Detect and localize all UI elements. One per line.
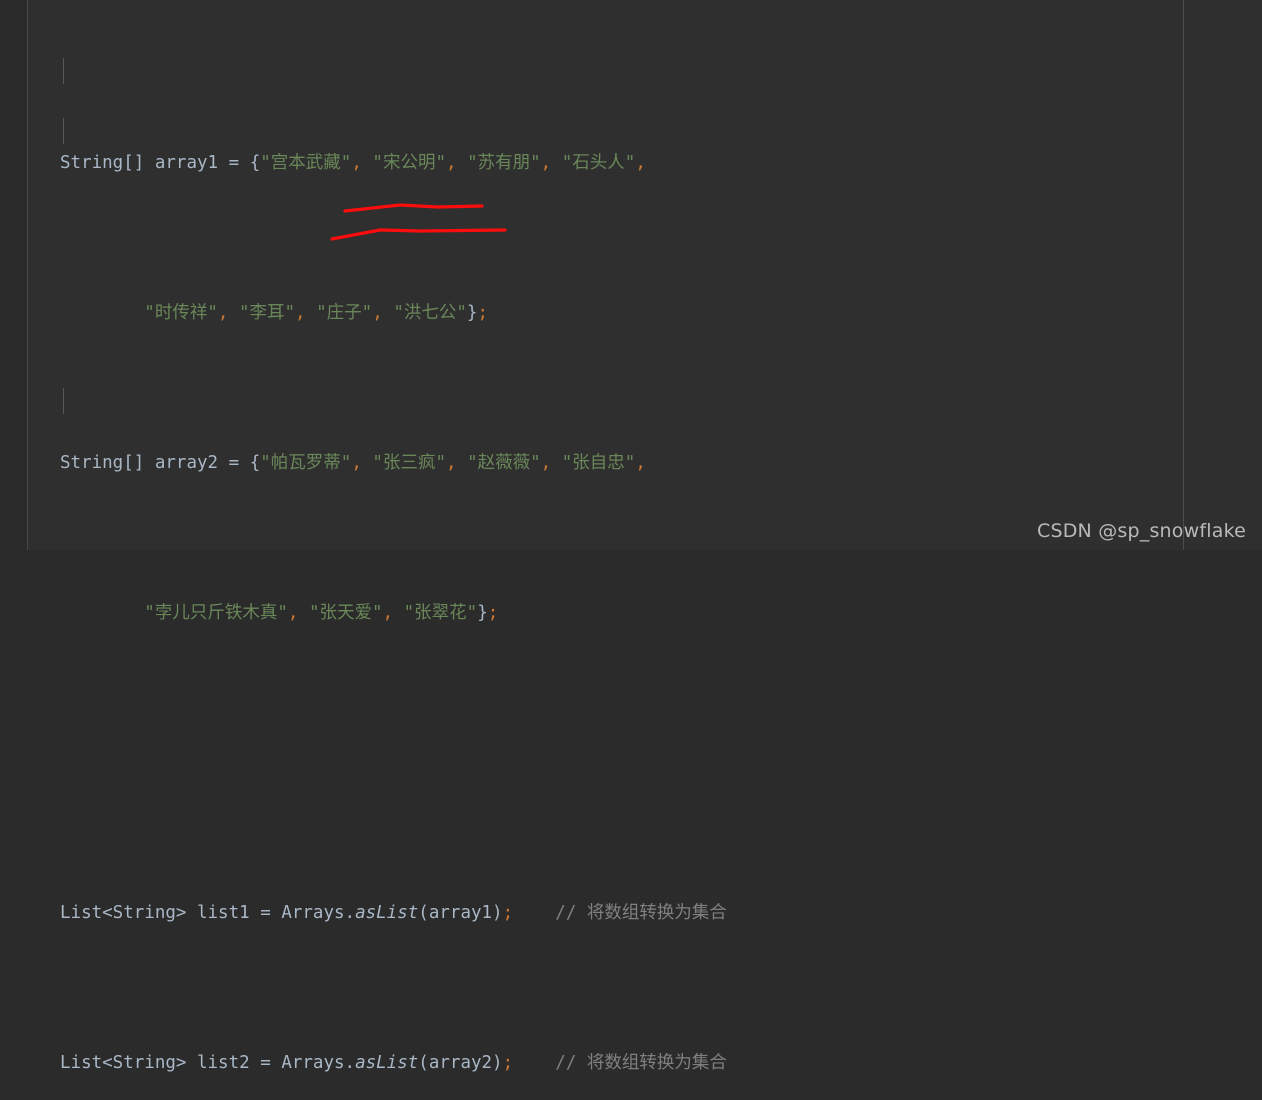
code-line-1: String[] array1 = {"宫本武藏", "宋公明", "苏有朋",… <box>60 148 1250 178</box>
token-var-list2: list2 <box>196 1053 250 1073</box>
token-var-array2: array2 <box>154 453 219 473</box>
token-string-2: "张三疯" <box>372 453 446 473</box>
code-block[interactable]: String[] array1 = {"宫本武藏", "宋公明", "苏有朋",… <box>60 28 1250 1100</box>
token-semicolon: ; <box>487 603 499 623</box>
token-comma: , <box>295 303 306 323</box>
token-string-1: "宫本武藏" <box>260 153 352 173</box>
code-line-7: List<String> list2 = Arrays.asList(array… <box>60 1048 1250 1078</box>
token-comma: , <box>351 153 362 173</box>
token-aslist-method: asList <box>355 903 419 923</box>
token-semicolon: ; <box>477 303 488 323</box>
token-var-list1: list1 <box>196 903 250 923</box>
watermark: CSDN @sp_snowflake <box>1036 520 1246 542</box>
token-comma: , <box>372 303 383 323</box>
token-arrays-class: Arrays <box>281 903 345 923</box>
token-comma: , <box>540 153 552 173</box>
token-comma: , <box>382 603 394 623</box>
token-comment: // 将数组转换为集合 <box>555 1053 727 1073</box>
token-arg: (array1) <box>418 903 503 923</box>
token-comma: , <box>540 453 552 473</box>
gutter-divider <box>27 0 28 550</box>
code-line-5-blank <box>60 748 1250 778</box>
token-comma: , <box>217 303 229 323</box>
token-string-5: "时传祥" <box>144 303 218 323</box>
token-string-4: "石头人" <box>561 153 636 173</box>
token-list-type: List<String> <box>60 1053 187 1073</box>
token-comma: , <box>635 453 646 473</box>
token-string-5: "孛儿只斤铁木真" <box>144 603 288 623</box>
token-string-3: "赵薇薇" <box>467 453 541 473</box>
token-brace-close: } <box>477 603 488 623</box>
token-comma: , <box>287 603 299 623</box>
token-string-4: "张自忠" <box>561 453 636 473</box>
token-dot: . <box>344 1053 356 1073</box>
token-string-7: "庄子" <box>316 303 373 323</box>
code-line-3: String[] array2 = {"帕瓦罗蒂", "张三疯", "赵薇薇",… <box>60 448 1250 478</box>
token-var-array1: array1 <box>154 153 219 173</box>
token-type: String[] <box>60 153 145 173</box>
code-line-2: "时传祥", "李耳", "庄子", "洪七公"}; <box>60 298 1250 328</box>
token-comma: , <box>351 453 362 473</box>
token-list-type: List<String> <box>60 903 187 923</box>
token-brace-close: } <box>466 303 478 323</box>
token-brace-open: { <box>249 453 261 473</box>
token-type: String[] <box>60 453 145 473</box>
code-line-4: "孛儿只斤铁木真", "张天爱", "张翠花"}; <box>60 598 1250 628</box>
token-semicolon: ; <box>502 903 514 923</box>
token-comma: , <box>446 453 457 473</box>
token-arg: (array2) <box>418 1053 503 1073</box>
token-comment: // 将数组转换为集合 <box>555 903 727 923</box>
token-string-3: "苏有朋" <box>467 153 541 173</box>
token-string-6: "张天爱" <box>308 603 383 623</box>
token-assign: = <box>260 903 271 923</box>
token-assign: = <box>260 1053 271 1073</box>
token-arrays-class: Arrays <box>281 1053 345 1073</box>
token-assign: = <box>228 153 240 173</box>
token-aslist-method: asList <box>355 1053 419 1073</box>
token-string-6: "李耳" <box>238 303 296 323</box>
token-dot: . <box>344 903 356 923</box>
token-string-2: "宋公明" <box>372 153 446 173</box>
token-semicolon: ; <box>502 1053 514 1073</box>
editor-gutter <box>0 0 27 550</box>
token-comma: , <box>635 153 646 173</box>
code-editor: String[] array1 = {"宫本武藏", "宋公明", "苏有朋",… <box>0 0 1262 1073</box>
token-string-8: "洪七公" <box>393 303 467 323</box>
code-line-6: List<String> list1 = Arrays.asList(array… <box>60 898 1250 928</box>
token-brace-open: { <box>249 153 261 173</box>
token-assign: = <box>228 453 240 473</box>
token-comma: , <box>446 153 457 173</box>
token-string-1: "帕瓦罗蒂" <box>260 453 352 473</box>
token-string-7: "张翠花" <box>403 603 478 623</box>
